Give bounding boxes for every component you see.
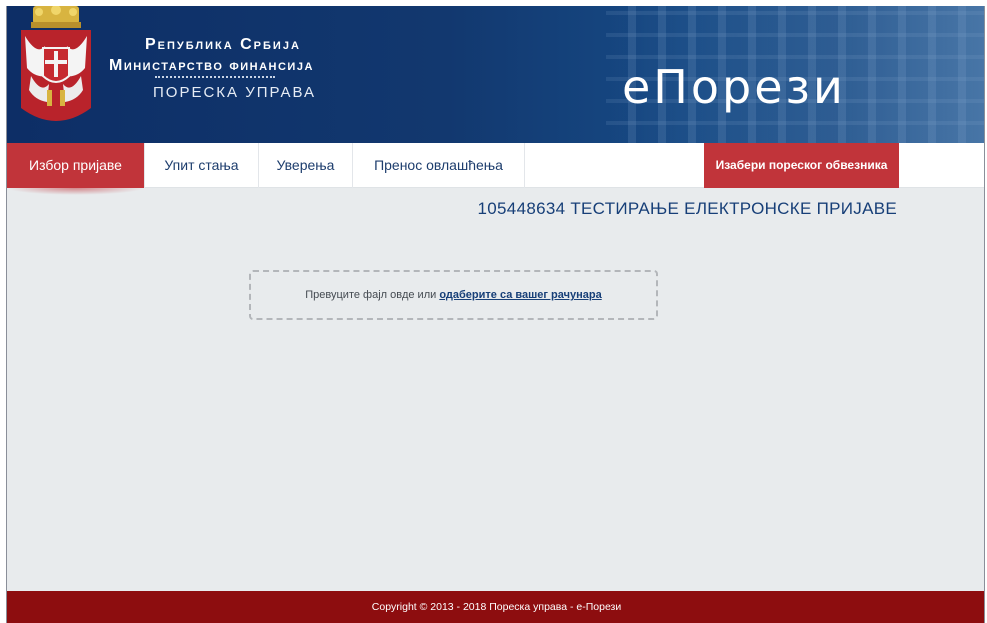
main-nav: Избор пријаве Упит стања Уверења Пренос … (7, 143, 984, 195)
select-taxpayer-button[interactable]: Изабери пореског обвезника (704, 143, 899, 188)
choose-file-link[interactable]: одаберите са вашег рачунара (439, 289, 601, 301)
ministry-title: Република Србија Министарство финансија … (109, 36, 316, 101)
ministry-label: Министарство финансија (109, 57, 314, 74)
republic-label: Република Србија (145, 36, 301, 53)
tab-uverenja[interactable]: Уверења (259, 143, 353, 188)
site-header: Република Србија Министарство финансија … (7, 6, 984, 143)
taxpayer-entity-title: 105448634 ТЕСТИРАЊЕ ЕЛЕКТРОНСКЕ ПРИЈАВЕ (477, 199, 897, 218)
tab-prenos-ovlascenja[interactable]: Пренос овлашћења (353, 143, 525, 188)
serbian-coat-of-arms-icon (21, 6, 91, 121)
eporezi-logo: еПорези (622, 60, 846, 114)
tab-upit-stanja[interactable]: Упит стања (145, 143, 259, 188)
dotted-divider (155, 76, 275, 80)
app-window: Република Србија Министарство финансија … (6, 6, 985, 623)
tax-administration-label: ПОРЕСКА УПРАВА (153, 84, 317, 101)
dropzone-text: Превуците фајл овде или (305, 289, 440, 301)
tab-izbor-prijave[interactable]: Избор пријаве (7, 143, 145, 195)
copyright-text: Copyright © 2013 - 2018 Пореска управа -… (371, 601, 622, 613)
file-dropzone[interactable]: Превуците фајл овде или одаберите са ваш… (249, 270, 658, 320)
site-footer: Copyright © 2013 - 2018 Пореска управа -… (7, 591, 984, 623)
